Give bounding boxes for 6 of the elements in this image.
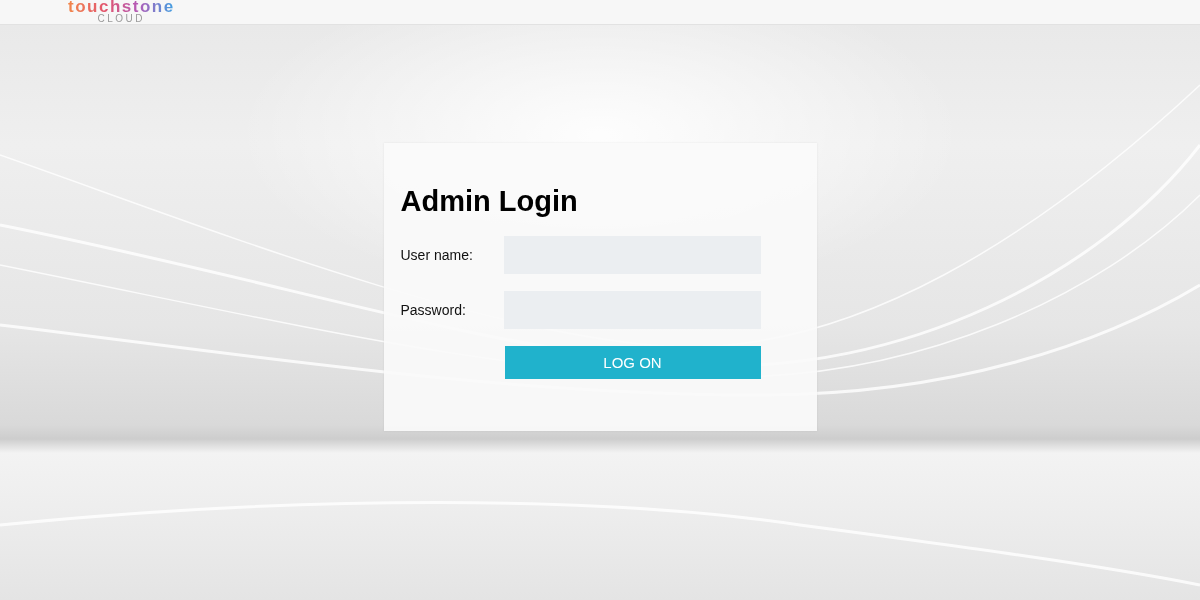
field-label: Password: xyxy=(400,302,467,318)
logo-wordmark: touchstone xyxy=(68,0,175,14)
logo-subtitle: CLOUD xyxy=(97,14,146,24)
login-title: Admin Login xyxy=(400,184,579,219)
field-label: User name: xyxy=(400,247,474,263)
log-on-button[interactable]: LOG ON xyxy=(504,346,761,379)
